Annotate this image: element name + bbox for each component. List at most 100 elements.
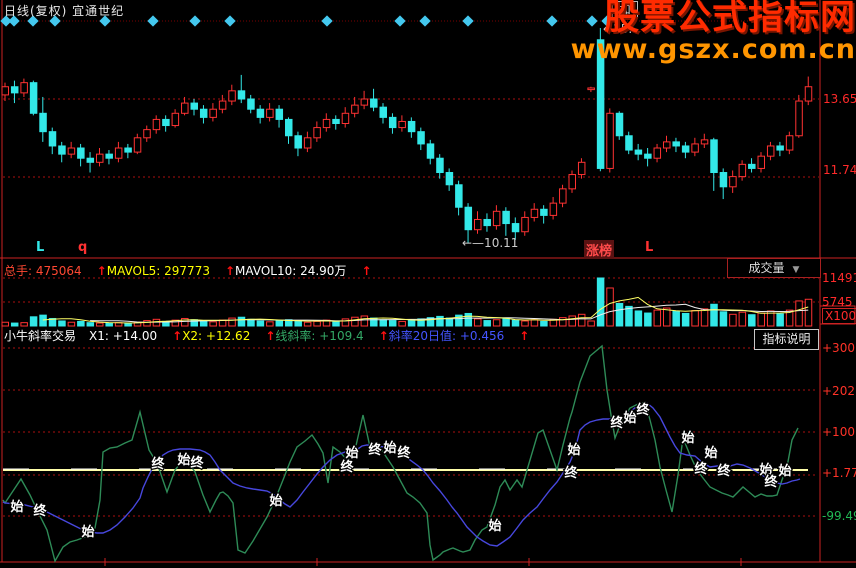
candle [237, 90, 246, 100]
candle [681, 145, 690, 153]
add-to-watchlist-button[interactable]: 加 [612, 1, 638, 18]
volume-bar [105, 322, 113, 327]
up-arrow-icon: ↑ [224, 264, 236, 278]
volume-bar [303, 321, 312, 327]
candle [606, 112, 614, 169]
signal-label-start: 始 [383, 440, 396, 456]
event-diamond-icon [586, 15, 598, 27]
signal-label-end: 终 [33, 503, 47, 519]
up-arrow-icon: ↑ [361, 264, 372, 278]
volume-header-row: 总手: 475064 ↑MAVOL5: 297773 ↑MAVOL10: 24.90… [4, 262, 372, 279]
candle [653, 147, 662, 159]
volume-bar [502, 317, 510, 327]
candle [757, 155, 765, 169]
volume-bar [625, 305, 633, 327]
volume-bar [681, 312, 690, 327]
volume-bar [29, 316, 38, 327]
volume-bar [795, 300, 803, 327]
up-arrow-icon: ↑ [172, 329, 183, 343]
candle [105, 153, 113, 159]
candle [58, 145, 66, 155]
signal-label-end: 终 [764, 474, 778, 490]
up-arrow-icon: ↑ [265, 329, 276, 343]
volume-bar [143, 320, 151, 327]
header-field: MAVOL5: 297773 [106, 264, 210, 278]
volume-bar [615, 302, 624, 327]
chart-canvas[interactable]: 始终始终始终始终始终始终始始终终 始终始始终终始终始 [0, 0, 856, 568]
signal-label-end: 终 [190, 455, 204, 471]
volume-bar [540, 320, 548, 327]
volume-bar [530, 319, 539, 327]
volume-bar [294, 320, 302, 327]
candle [370, 98, 378, 108]
candle [171, 112, 180, 127]
volume-bar [663, 307, 671, 327]
candle [379, 106, 387, 118]
volume-type-dropdown[interactable]: 成交量 ▼ [727, 258, 821, 278]
volume-bar [474, 318, 482, 327]
volume-bar [568, 315, 576, 327]
volume-bar [653, 309, 662, 327]
signal-label-start: 始 [704, 445, 717, 461]
indicator-axis-label: -99.49 [822, 509, 856, 523]
volume-bar [96, 322, 104, 327]
event-diamond-icon [321, 15, 333, 27]
candle [303, 137, 312, 149]
indicator-axis-label: +1.77 [822, 466, 856, 480]
header-field: MAVOL10: 24.90万 [235, 264, 347, 278]
candle [294, 135, 302, 149]
volume-bar [266, 321, 274, 327]
volume-bar [729, 313, 737, 327]
indicator-axis-label: +300.9 [822, 341, 856, 355]
volume-bar [445, 317, 454, 327]
candle [615, 112, 624, 137]
chart-marker: 涨榜 [584, 240, 615, 259]
candle [795, 100, 803, 137]
volume-bar [672, 310, 680, 327]
candle [549, 202, 558, 216]
candle [29, 82, 38, 114]
volume-bar [360, 315, 369, 327]
volume-bar [804, 298, 813, 327]
candle [228, 90, 236, 102]
volume-bar [738, 311, 747, 327]
header-field: X1: +14.00 [89, 329, 158, 343]
candle [511, 223, 520, 233]
candle [700, 139, 709, 145]
volume-bar [209, 321, 217, 327]
header-field: 斜率20日值: +0.456 [388, 329, 505, 343]
candle [445, 172, 454, 186]
price-axis-label: 11.74 [823, 163, 856, 177]
signal-label-end: 终 [717, 463, 731, 479]
candle [417, 131, 425, 145]
signal-label-end: 终 [694, 461, 708, 477]
indicator-help-button[interactable]: 指标说明 [754, 329, 819, 350]
event-diamond-icon [462, 15, 474, 27]
chevron-down-icon: ▼ [792, 265, 800, 275]
volume-bar [700, 308, 709, 327]
volume-bar [256, 320, 265, 327]
volume-bar [20, 322, 28, 327]
candle [644, 153, 652, 159]
event-diamond-icon [419, 15, 431, 27]
volume-bar [559, 317, 567, 327]
chart-marker: q [78, 240, 88, 255]
high-price-tag: ←15. [603, 22, 633, 36]
volume-bar [577, 313, 586, 327]
chart-marker: L [645, 240, 654, 255]
candle [114, 147, 123, 159]
event-diamond-icon [224, 15, 236, 27]
candle [10, 86, 19, 94]
volume-bar [776, 313, 784, 327]
volume-bar [407, 319, 416, 327]
candle [313, 127, 321, 139]
low-price-tag: ←—10.11 [462, 236, 519, 250]
signal-label-end: 终 [564, 465, 578, 481]
volume-bar [436, 315, 444, 327]
candle [804, 86, 813, 102]
volume-bar [379, 319, 387, 327]
candle [247, 98, 255, 110]
candle [351, 104, 359, 114]
candle [587, 87, 595, 91]
candle [133, 137, 142, 153]
